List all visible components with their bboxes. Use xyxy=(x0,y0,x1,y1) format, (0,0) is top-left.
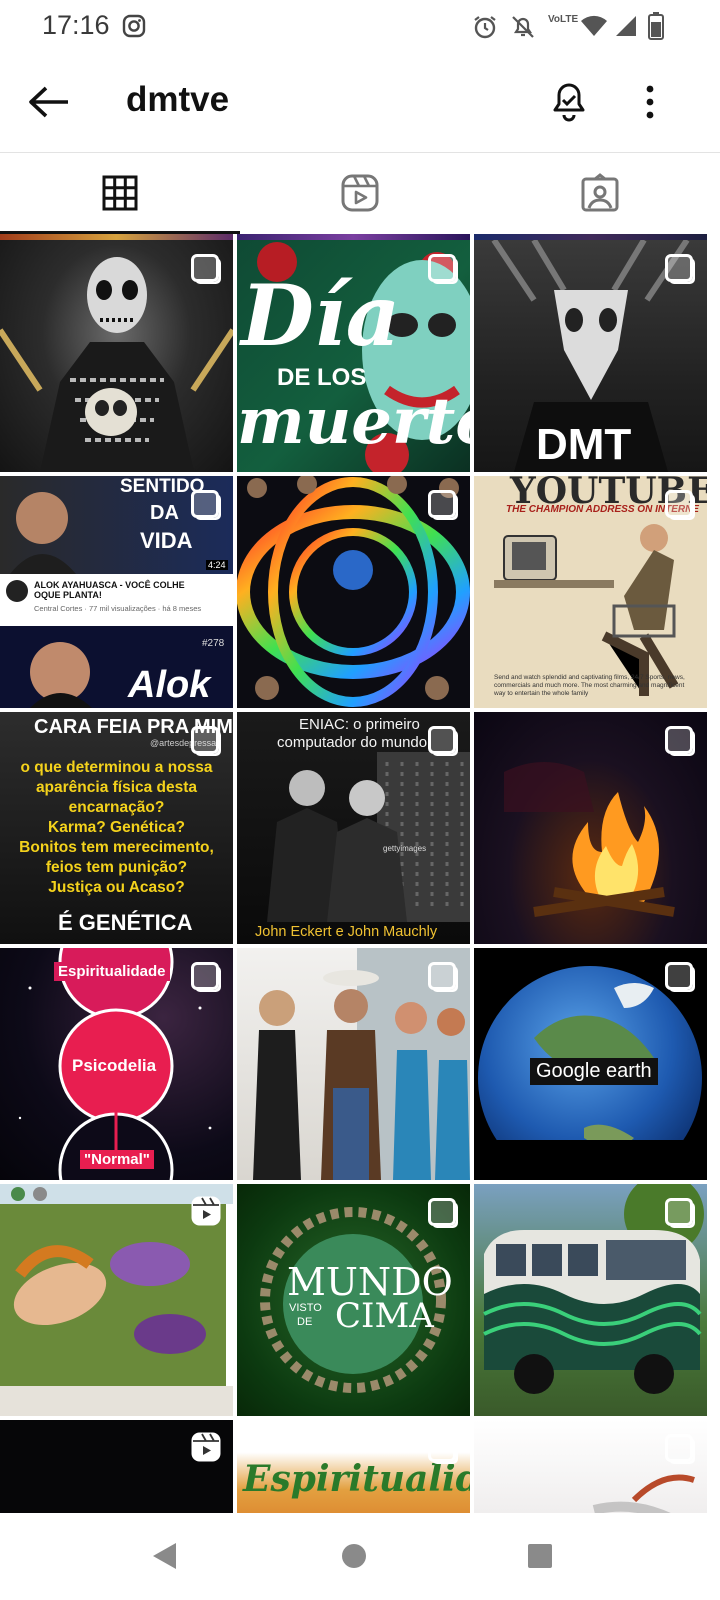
wifi-icon xyxy=(581,15,607,36)
post-tile[interactable] xyxy=(474,1420,707,1514)
multi-image-icon xyxy=(428,962,456,990)
reel-icon xyxy=(191,1196,221,1226)
multi-image-icon xyxy=(191,962,219,990)
post-tile[interactable] xyxy=(474,712,707,944)
multi-image-icon xyxy=(191,726,219,754)
status-time: 17:16 xyxy=(42,10,110,40)
post-text: Espiritualidade xyxy=(243,1458,470,1500)
alarm-icon xyxy=(474,16,496,39)
post-tile[interactable] xyxy=(0,1420,233,1514)
cell-signal-icon xyxy=(616,16,636,36)
channel-avatar xyxy=(6,580,28,602)
post-text: DMT xyxy=(536,420,632,469)
profile-tabs xyxy=(0,152,720,234)
post-tile[interactable] xyxy=(237,476,470,708)
post-tile[interactable] xyxy=(0,240,233,472)
multi-image-icon xyxy=(665,1434,693,1462)
post-tile[interactable]: Espiritualidade Psicodelia "Normal" xyxy=(0,948,233,1180)
silent-bell-icon xyxy=(512,16,534,38)
post-tile[interactable]: CARA FEIA PRA MIM @artesdepressao o que … xyxy=(0,712,233,944)
profile-username: dmtve xyxy=(126,80,230,119)
post-text: John Eckert e John Mauchly xyxy=(255,924,438,940)
status-bar: 17:16 VoLTE xyxy=(0,0,720,54)
tagged-person-icon xyxy=(581,173,619,212)
post-tile[interactable] xyxy=(237,948,470,1180)
multi-image-icon xyxy=(191,490,219,518)
multi-image-icon xyxy=(428,726,456,754)
post-text: DE xyxy=(297,1316,313,1328)
post-text: ALOK AYAHUASCA - VOCÊ COLHE OQUE PLANTA! xyxy=(34,580,185,600)
post-text: muertos xyxy=(237,384,470,459)
post-tile[interactable]: Día DE LOS muertos xyxy=(237,240,470,472)
multi-image-icon xyxy=(665,490,693,518)
tagged-tab[interactable] xyxy=(480,152,720,234)
nav-home-icon[interactable] xyxy=(340,1542,368,1570)
post-text: gettyimages xyxy=(383,844,427,853)
nav-back-icon[interactable] xyxy=(150,1541,178,1571)
post-text: DA xyxy=(150,502,179,524)
posts-grid-tab[interactable] xyxy=(0,152,240,234)
post-text: Espiritualidade xyxy=(54,962,170,981)
post-tile[interactable]: ENIAC: o primeiro computador do mundo ge… xyxy=(237,712,470,944)
grid-icon xyxy=(102,175,138,211)
post-tile[interactable]: SENTIDO DA VIDA 4:24 ALOK AYAHUASCA - VO… xyxy=(0,476,233,708)
post-tile[interactable] xyxy=(474,1184,707,1416)
instagram-notification-icon xyxy=(122,14,146,38)
multi-image-icon xyxy=(665,1198,693,1226)
multi-image-icon xyxy=(191,254,219,282)
multi-image-icon xyxy=(428,1198,456,1226)
system-navigation-bar xyxy=(0,1513,720,1600)
post-text: VIDA xyxy=(140,528,193,553)
post-tile[interactable]: DMT xyxy=(474,240,707,472)
post-text: Día xyxy=(241,266,401,365)
post-text: Alok xyxy=(128,664,211,706)
post-text: VISTO xyxy=(289,1302,322,1314)
multi-image-icon xyxy=(428,490,456,518)
post-text: É GENÉTICA xyxy=(58,910,193,935)
post-tile[interactable]: Google earth xyxy=(474,948,707,1180)
post-text: "Normal" xyxy=(80,1150,154,1169)
post-body: o que determinou a nossa aparência físic… xyxy=(19,759,214,896)
post-tile[interactable]: Espiritualidade xyxy=(237,1420,470,1514)
notification-bell-icon[interactable] xyxy=(550,80,588,122)
post-text: Psicodelia xyxy=(72,1056,157,1075)
multi-image-icon xyxy=(665,254,693,282)
post-text: CIMA xyxy=(335,1296,434,1336)
post-tile[interactable]: MUNDO VISTO DE CIMA xyxy=(237,1184,470,1416)
profile-header: dmtve xyxy=(0,56,720,153)
post-text: #278 xyxy=(202,638,225,649)
post-text: Google earth xyxy=(530,1058,658,1085)
post-tile[interactable]: YOUTUBE THE CHAMPION ADDRESS ON INTERNE … xyxy=(474,476,707,708)
multi-image-icon xyxy=(428,254,456,282)
multi-image-icon xyxy=(665,962,693,990)
post-tile[interactable] xyxy=(0,1184,233,1416)
post-text: Central Cortes · 77 mil visualizações · … xyxy=(34,604,202,613)
video-duration: 4:24 xyxy=(206,560,228,570)
back-arrow-icon[interactable] xyxy=(26,84,70,120)
reel-icon xyxy=(191,1432,221,1462)
multi-image-icon xyxy=(428,1434,456,1462)
posts-grid: Día DE LOS muertos DMT SENTIDO DA VIDA 4… xyxy=(0,234,720,1514)
post-text: Send and watch splendid and captivating … xyxy=(494,674,685,697)
battery-icon xyxy=(648,12,664,40)
nav-recents-icon[interactable] xyxy=(526,1542,554,1570)
more-options-icon[interactable] xyxy=(640,82,660,122)
reels-tab[interactable] xyxy=(240,152,480,234)
multi-image-icon xyxy=(665,726,693,754)
volte-icon: VoLTE xyxy=(548,14,579,25)
reels-icon xyxy=(341,174,379,212)
